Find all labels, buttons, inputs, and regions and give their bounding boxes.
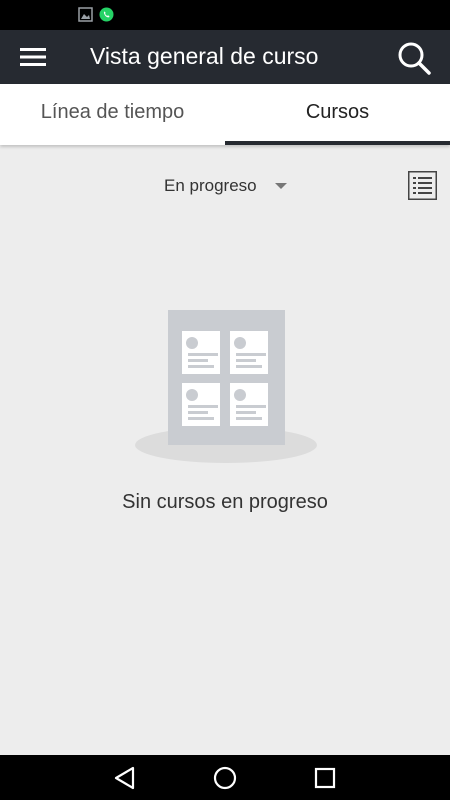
back-icon — [114, 766, 135, 790]
filter-selected-value: En progreso — [164, 176, 257, 195]
app-bar: Vista general de curso — [0, 30, 450, 84]
empty-courses-illustration — [135, 310, 317, 463]
view-toggle-button[interactable] — [408, 171, 437, 200]
empty-state-message: Sin cursos en progreso — [122, 491, 328, 513]
menu-button[interactable] — [8, 37, 58, 77]
home-icon — [213, 766, 237, 790]
system-nav-bar — [0, 755, 450, 800]
page-title: Vista general de curso — [90, 43, 319, 69]
recents-icon — [314, 767, 336, 789]
tab-bar: Línea de tiempo Cursos — [0, 84, 450, 145]
search-icon — [398, 42, 431, 75]
recents-button[interactable] — [310, 763, 340, 793]
chevron-down-icon — [275, 183, 287, 189]
hamburger-menu-icon — [20, 48, 46, 66]
back-button[interactable] — [110, 763, 140, 793]
whatsapp-icon — [99, 7, 114, 22]
tab-courses[interactable]: Cursos — [225, 84, 450, 145]
active-tab-indicator — [225, 141, 450, 145]
image-notification-icon — [78, 7, 93, 22]
home-button[interactable] — [210, 763, 240, 793]
list-view-icon — [408, 171, 437, 200]
tab-timeline[interactable]: Línea de tiempo — [0, 84, 225, 145]
search-button[interactable] — [392, 36, 436, 80]
progress-filter-dropdown[interactable]: En progreso — [150, 168, 300, 202]
status-bar — [0, 0, 450, 30]
